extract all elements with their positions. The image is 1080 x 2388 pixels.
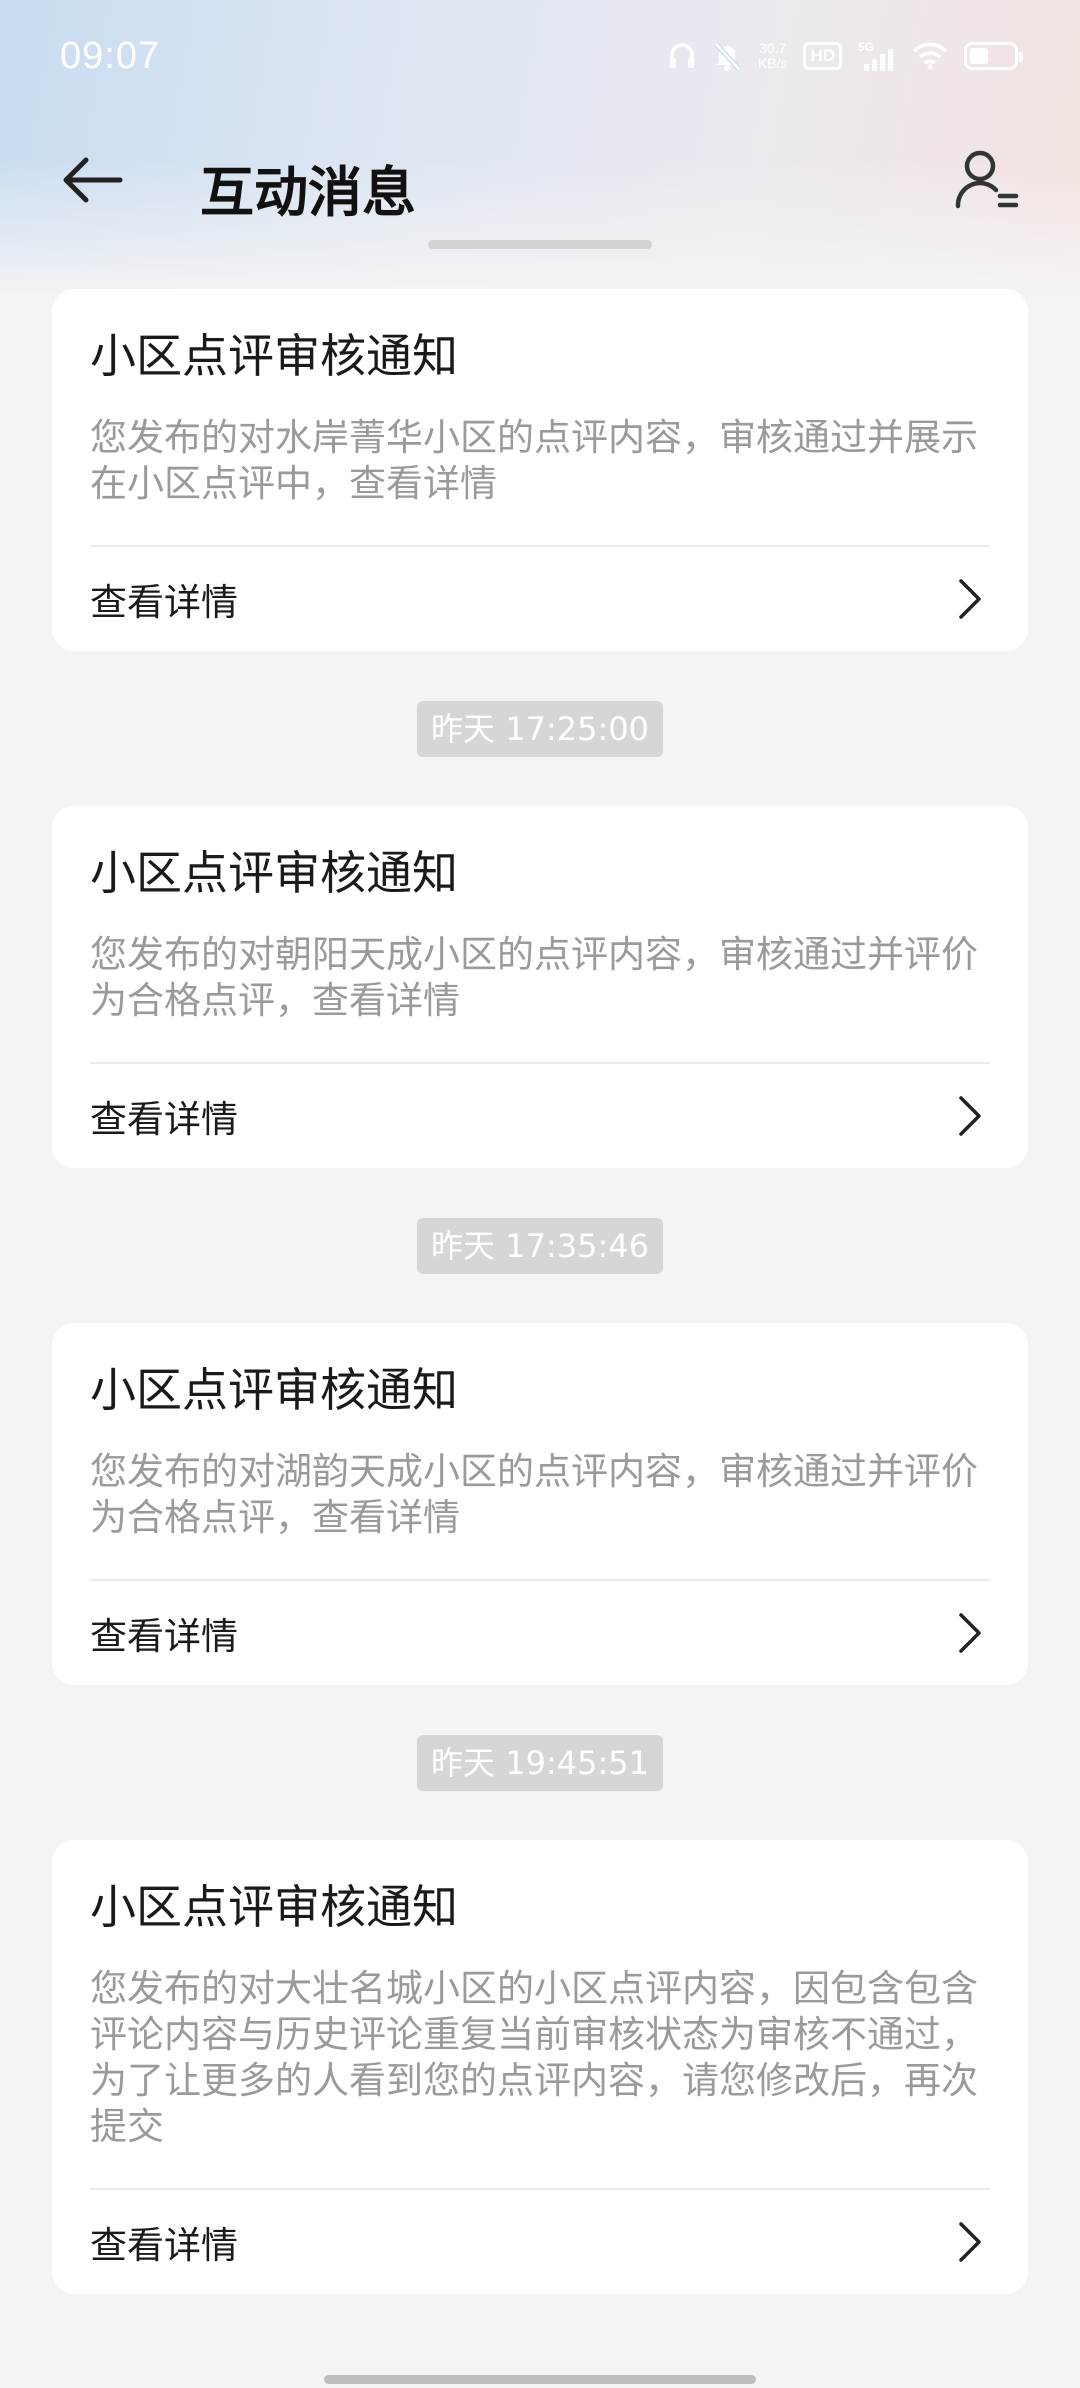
message-card[interactable]: 小区点评审核通知 您发布的对朝阳天成小区的点评内容，审核通过并评价为合格点评，查… — [52, 806, 1028, 1168]
timestamp: 昨天 19:45:51 — [417, 1734, 663, 1791]
status-icons: 30.7 KB/s HD 5G — [668, 40, 1023, 72]
card-title: 小区点评审核通知 — [90, 329, 458, 383]
view-details-row[interactable]: 查看详情 — [90, 1581, 990, 1685]
card-description: 您发布的对水岸菁华小区的点评内容，审核通过并展示在小区点评中，查看详情 — [90, 416, 978, 505]
timestamp: 昨天 17:35:46 — [417, 1217, 663, 1274]
navigation-bar: 互动消息 — [0, 130, 1080, 230]
message-feed: 小区点评审核通知 您发布的对水岸菁华小区的点评内容，审核通过并展示在小区点评中，… — [52, 289, 1028, 2294]
battery-icon — [964, 42, 1023, 70]
message-card[interactable]: 小区点评审核通知 您发布的对水岸菁华小区的点评内容，审核通过并展示在小区点评中，… — [52, 289, 1028, 651]
message-card[interactable]: 小区点评审核通知 您发布的对湖韵天成小区的点评内容，审核通过并评价为合格点评，查… — [52, 1323, 1028, 1685]
view-details-label: 查看详情 — [90, 1098, 238, 1141]
card-description: 您发布的对湖韵天成小区的点评内容，审核通过并评价为合格点评，查看详情 — [90, 1450, 978, 1539]
card-title: 小区点评审核通知 — [90, 1363, 458, 1417]
user-list-icon — [955, 150, 1019, 209]
chevron-right-icon — [950, 1091, 990, 1141]
view-details-label: 查看详情 — [90, 581, 238, 624]
headphones-icon — [668, 41, 696, 71]
card-title: 小区点评审核通知 — [90, 1880, 458, 1934]
timestamp-row: 昨天 17:25:00 — [52, 651, 1028, 806]
card-title: 小区点评审核通知 — [90, 846, 458, 900]
timestamp: 昨天 17:25:00 — [417, 700, 663, 757]
timestamp-row: 昨天 17:35:46 — [52, 1168, 1028, 1323]
home-indicator[interactable] — [324, 2375, 756, 2384]
back-button[interactable] — [60, 150, 130, 210]
page-title: 互动消息 — [200, 161, 416, 224]
arrow-left-icon — [63, 157, 123, 203]
status-time: 09:07 — [60, 34, 161, 77]
card-description: 您发布的对朝阳天成小区的点评内容，审核通过并评价为合格点评，查看详情 — [90, 933, 978, 1022]
mute-bell-icon — [712, 40, 742, 72]
wifi-icon — [912, 42, 948, 70]
network-label: 5G — [858, 40, 874, 54]
view-details-label: 查看详情 — [90, 1615, 238, 1658]
signal-icon: 5G — [858, 40, 896, 72]
chevron-right-icon — [950, 1608, 990, 1658]
drag-handle[interactable] — [428, 240, 652, 249]
view-details-row[interactable]: 查看详情 — [90, 2190, 990, 2294]
view-details-row[interactable]: 查看详情 — [90, 1064, 990, 1168]
net-speed: 30.7 KB/s — [758, 41, 788, 71]
chevron-right-icon — [950, 2217, 990, 2267]
net-speed-value: 30.7 — [759, 40, 787, 56]
view-details-row[interactable]: 查看详情 — [90, 547, 990, 651]
view-details-label: 查看详情 — [90, 2224, 238, 2267]
chevron-right-icon — [950, 574, 990, 624]
message-card[interactable]: 小区点评审核通知 您发布的对大壮名城小区的小区点评内容，因包含包含评论内容与历史… — [52, 1840, 1028, 2294]
card-description: 您发布的对大壮名城小区的小区点评内容，因包含包含评论内容与历史评论重复当前审核状… — [90, 1967, 978, 2148]
profile-button[interactable] — [952, 144, 1022, 214]
net-speed-unit: KB/s — [757, 55, 788, 71]
status-bar: 09:07 30.7 KB/s HD 5G — [0, 0, 1080, 112]
hd-badge: HD — [803, 42, 842, 70]
timestamp-row: 昨天 19:45:51 — [52, 1685, 1028, 1840]
